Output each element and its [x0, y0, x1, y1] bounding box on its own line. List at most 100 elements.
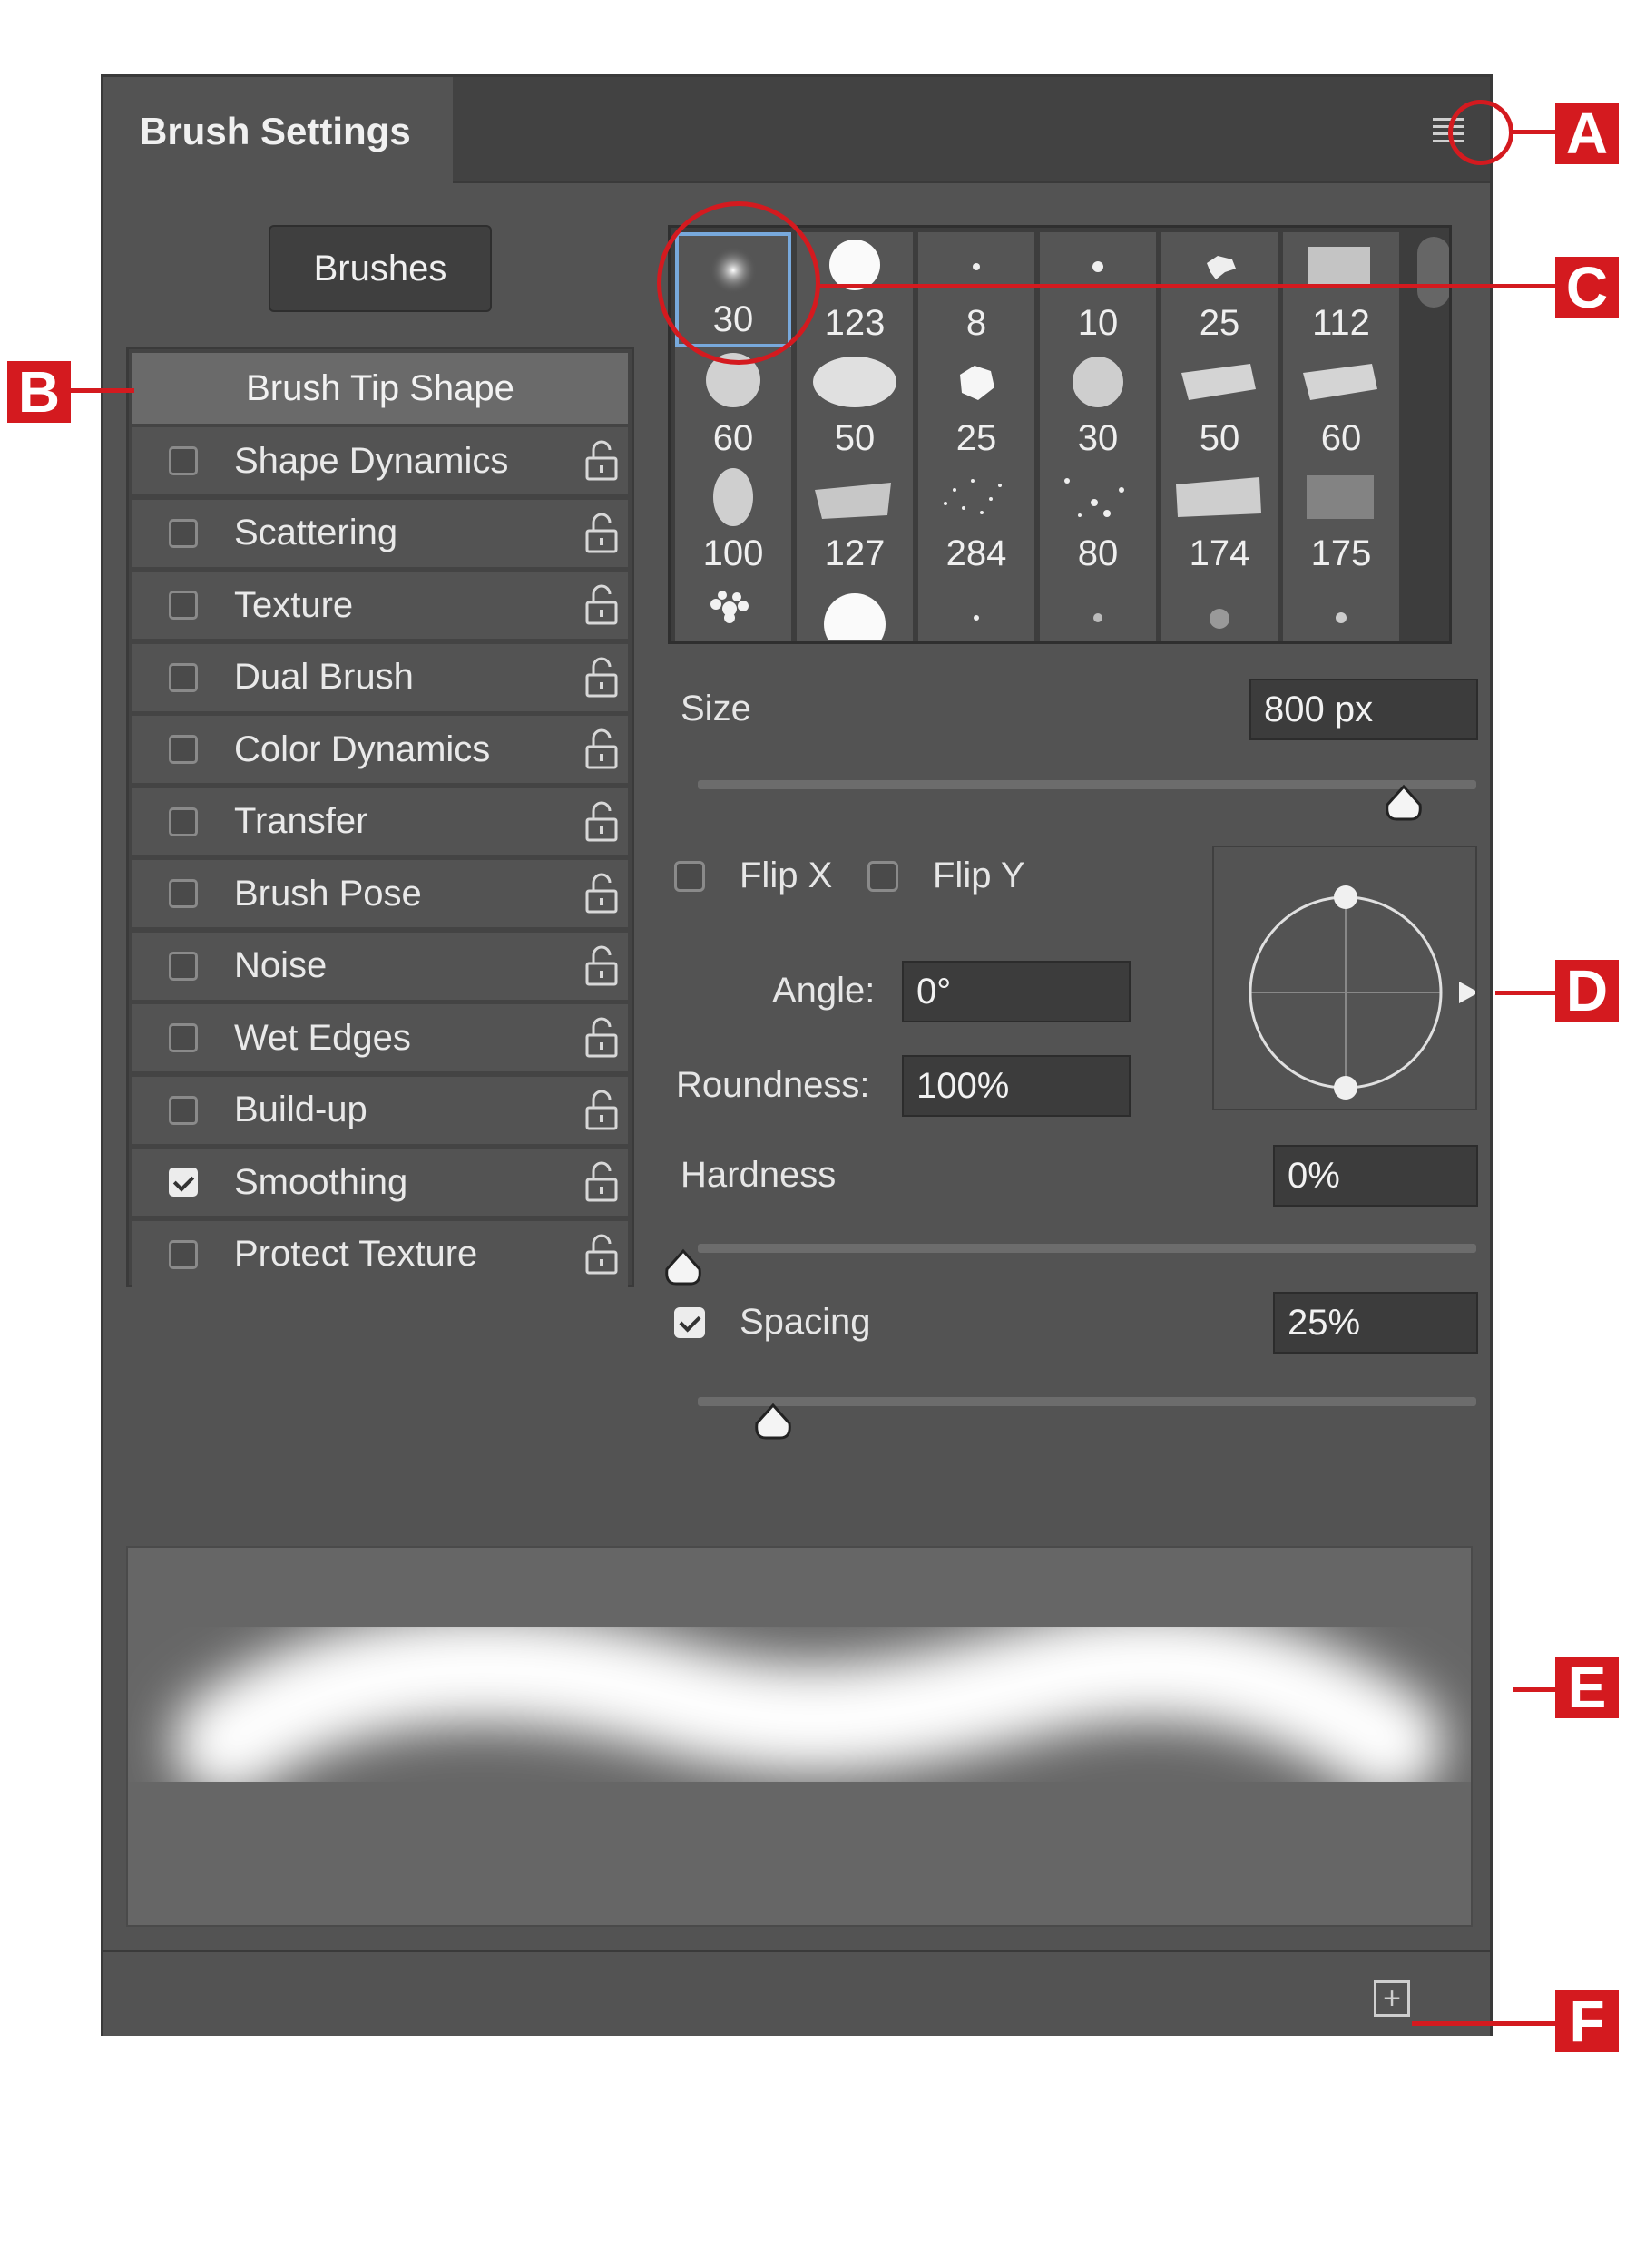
brush-preset[interactable]: 100 — [675, 463, 791, 578]
spacing-checkbox[interactable] — [674, 1307, 705, 1338]
lock-icon[interactable] — [584, 873, 619, 914]
brush-preset[interactable]: 50 — [797, 347, 913, 463]
sidebar-item[interactable]: Noise — [132, 932, 628, 1000]
size-slider-track[interactable] — [698, 780, 1476, 789]
hardness-slider-track[interactable] — [698, 1244, 1476, 1253]
lock-icon[interactable] — [584, 657, 619, 699]
sidebar-item[interactable]: Shape Dynamics — [132, 427, 628, 494]
brush-preset[interactable]: 50 — [1161, 347, 1278, 463]
sidebar-item[interactable]: Scattering — [132, 499, 628, 567]
sidebar-item[interactable]: Dual Brush — [132, 643, 628, 711]
brush-size-label: 8 — [965, 303, 987, 343]
brush-tip-thumbnail — [1181, 364, 1256, 400]
brush-preset[interactable]: 80 — [1040, 463, 1156, 578]
lock-icon[interactable] — [584, 728, 619, 770]
callout-a-line — [1513, 130, 1559, 134]
tab-brush-settings[interactable]: Brush Settings — [103, 77, 453, 185]
brush-preset[interactable]: 25 — [1161, 232, 1278, 347]
tab-bar: Brush Settings — [103, 77, 1490, 185]
brush-tip-thumbnail — [713, 468, 753, 526]
brush-preset[interactable]: 284 — [918, 463, 1034, 578]
lock-icon[interactable] — [584, 440, 619, 482]
size-input[interactable]: 800 px — [1249, 679, 1478, 740]
brush-preset[interactable]: 8 — [918, 232, 1034, 347]
spacing-slider-thumb[interactable] — [753, 1402, 793, 1442]
sidebar-item-label: Shape Dynamics — [234, 440, 509, 481]
sidebar-item[interactable]: Build-up — [132, 1076, 628, 1144]
lock-icon[interactable] — [584, 1161, 619, 1203]
brush-preset[interactable]: 127 — [797, 463, 913, 578]
brush-size-label: 25 — [955, 418, 997, 458]
brush-size-label: 50 — [1199, 418, 1240, 458]
hardness-input[interactable]: 0% — [1273, 1145, 1478, 1207]
sidebar-item[interactable]: Wet Edges — [132, 1004, 628, 1071]
flip-x-checkbox[interactable] — [674, 861, 705, 892]
sidebar-item-checkbox[interactable] — [169, 591, 198, 620]
brush-preset[interactable]: 60 — [1283, 347, 1399, 463]
sidebar-item[interactable]: Brush Pose — [132, 860, 628, 927]
sidebar-item-label: Transfer — [234, 801, 368, 841]
brush-tip-thumbnail — [1092, 261, 1103, 272]
brush-preset[interactable]: 30 — [1040, 347, 1156, 463]
brush-preset[interactable]: 112 — [1283, 232, 1399, 347]
callout-e-line — [1513, 1687, 1559, 1692]
sidebar-item-checkbox[interactable] — [169, 1168, 198, 1197]
callout-e: E — [1555, 1655, 1619, 1720]
flip-x-label: Flip X — [740, 855, 833, 895]
hardness-slider-thumb[interactable] — [663, 1247, 703, 1287]
sidebar-item-label: Protect Texture — [234, 1234, 478, 1274]
brush-preset-thumb[interactable] — [675, 577, 791, 641]
brush-preset[interactable]: 175 — [1283, 463, 1399, 578]
lock-icon[interactable] — [584, 1234, 619, 1276]
sidebar-item-checkbox[interactable] — [169, 662, 198, 692]
lock-icon[interactable] — [584, 584, 619, 626]
spacing-slider-track[interactable] — [698, 1397, 1476, 1406]
brush-preset-thumb[interactable] — [918, 577, 1034, 641]
panel-footer — [103, 1950, 1490, 2036]
sidebar-item-brush-tip-shape[interactable]: Brush Tip Shape — [132, 353, 628, 424]
roundness-input[interactable]: 100% — [902, 1055, 1131, 1117]
lock-icon[interactable] — [584, 1090, 619, 1131]
sidebar-item-checkbox[interactable] — [169, 1023, 198, 1052]
sidebar-item-checkbox[interactable] — [169, 735, 198, 764]
spacing-input[interactable]: 25% — [1273, 1292, 1478, 1354]
lock-icon[interactable] — [584, 1017, 619, 1059]
angle-roundness-widget[interactable] — [1212, 846, 1479, 1110]
angle-input[interactable]: 0° — [902, 961, 1131, 1022]
callout-a: A — [1555, 101, 1619, 166]
callout-d-line — [1495, 991, 1559, 995]
brush-preset[interactable]: 60 — [675, 347, 791, 463]
brush-preset[interactable]: 10 — [1040, 232, 1156, 347]
brush-tip-thumbnail — [973, 263, 980, 270]
brush-tip-thumbnail — [815, 483, 891, 519]
sidebar-item-checkbox[interactable] — [169, 1239, 198, 1269]
sidebar-item[interactable]: Color Dynamics — [132, 716, 628, 783]
sidebar-item-checkbox[interactable] — [169, 951, 198, 981]
spacing-label: Spacing — [740, 1302, 871, 1342]
sidebar-item-checkbox[interactable] — [169, 446, 198, 475]
brush-preset-thumb[interactable] — [1161, 577, 1278, 641]
sidebar-item-checkbox[interactable] — [169, 879, 198, 908]
sidebar-item[interactable]: Smoothing — [132, 1149, 628, 1216]
brushes-button[interactable]: Brushes — [269, 225, 492, 312]
sidebar-item-checkbox[interactable] — [169, 807, 198, 836]
sidebar-item-checkbox[interactable] — [169, 518, 198, 548]
size-slider-thumb[interactable] — [1384, 783, 1424, 823]
lock-icon[interactable] — [584, 513, 619, 554]
brush-preset-thumb[interactable] — [1283, 577, 1399, 641]
sidebar-item[interactable]: Texture — [132, 572, 628, 639]
lock-icon[interactable] — [584, 801, 619, 843]
sidebar-item[interactable]: Protect Texture — [132, 1220, 628, 1288]
sidebar-item-checkbox[interactable] — [169, 1095, 198, 1125]
new-brush-icon[interactable]: + — [1374, 1980, 1410, 2017]
brush-preset[interactable]: 25 — [918, 347, 1034, 463]
brush-preset-thumb[interactable] — [797, 577, 913, 641]
brush-preset-thumb[interactable] — [1040, 577, 1156, 641]
lock-icon[interactable] — [584, 945, 619, 987]
sidebar-item[interactable]: Transfer — [132, 787, 628, 855]
flip-y-checkbox[interactable] — [867, 861, 898, 892]
brush-tip-thumbnail — [813, 357, 896, 407]
grid-scrollbar[interactable] — [1417, 237, 1449, 308]
brush-preset[interactable]: 174 — [1161, 463, 1278, 578]
sidebar-item-label: Noise — [234, 945, 328, 985]
